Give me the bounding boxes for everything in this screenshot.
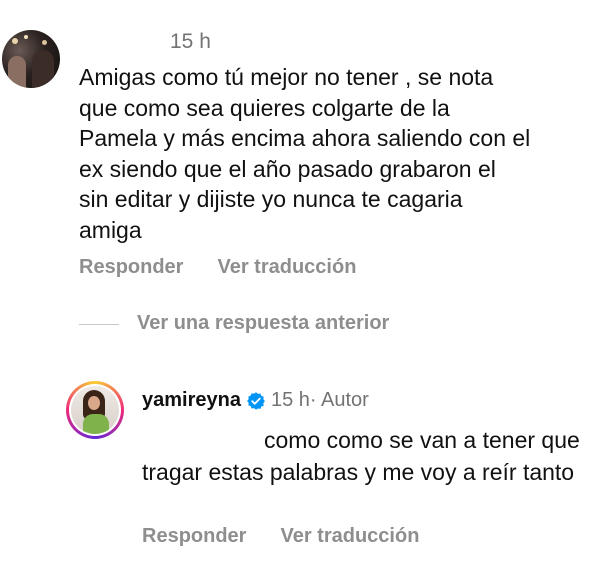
see-translation-button[interactable]: Ver traducción xyxy=(280,525,419,548)
reply-header: yamireyna 15 h · Autor xyxy=(142,389,369,412)
comment-text: Amigas como tú mejor no tener , se nota … xyxy=(79,64,531,243)
comment-timestamp: 15 h xyxy=(170,30,211,53)
reply-timestamp: 15 h xyxy=(270,389,310,411)
avatar-photo xyxy=(71,386,119,434)
avatar-photo-detail xyxy=(32,50,54,88)
reply-button[interactable]: Responder xyxy=(142,525,246,548)
avatar-photo-detail xyxy=(83,414,109,434)
avatar-photo-detail xyxy=(88,396,100,410)
reply-actions: Responder Ver traducción xyxy=(142,525,419,548)
thread-divider-line xyxy=(79,324,119,325)
reply-button[interactable]: Responder xyxy=(79,256,183,279)
avatar-photo-detail xyxy=(8,56,26,88)
avatar-ring-gap xyxy=(69,384,121,436)
avatar-photo-detail xyxy=(24,35,28,39)
view-previous-reply-button[interactable]: Ver una respuesta anterior xyxy=(137,312,389,335)
see-translation-button[interactable]: Ver traducción xyxy=(217,256,356,279)
commenter-avatar[interactable] xyxy=(2,30,60,88)
reply-username[interactable]: yamireyna xyxy=(142,389,241,412)
reply-author-avatar[interactable] xyxy=(66,381,124,439)
avatar-photo-detail xyxy=(42,40,47,45)
reply-text: como como se van a tener que tragar esta… xyxy=(142,427,580,485)
comment-actions: Responder Ver traducción xyxy=(79,256,356,279)
verified-badge-icon xyxy=(247,391,265,410)
author-tag: · Autor xyxy=(309,389,369,411)
avatar-photo-detail xyxy=(12,38,18,44)
